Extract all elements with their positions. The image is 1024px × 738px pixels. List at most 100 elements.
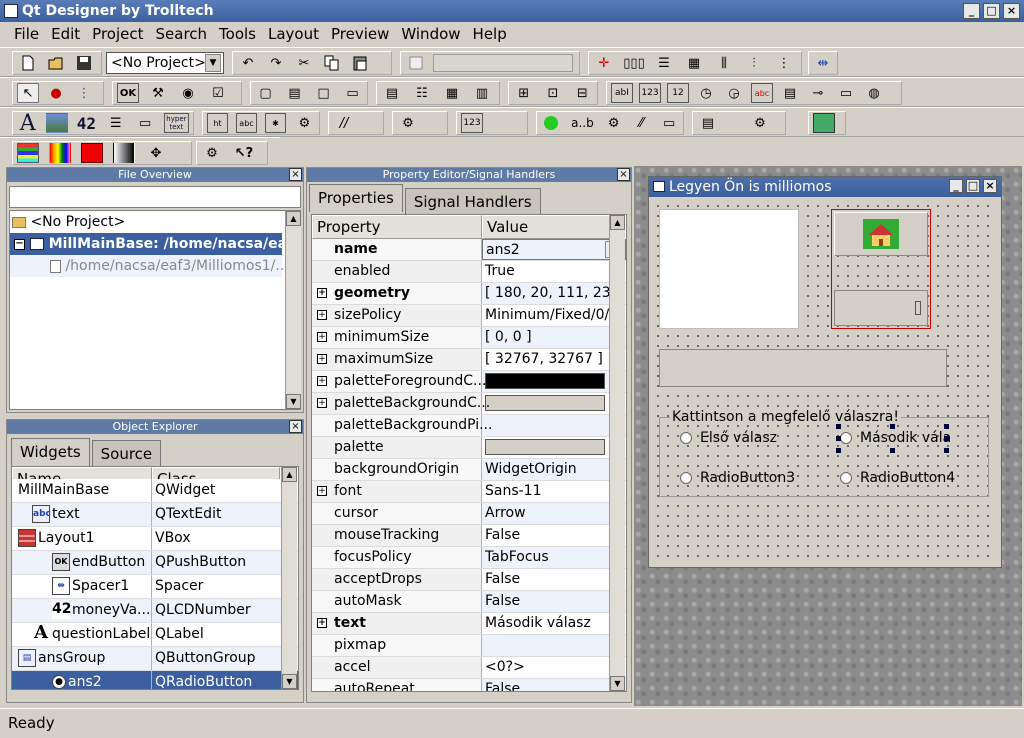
selection-handle[interactable] [944, 424, 949, 429]
table-row-selected[interactable]: ● ans2 QRadioButton [12, 671, 298, 689]
selection-handle[interactable] [836, 424, 841, 429]
minimize-button[interactable]: _ [963, 3, 980, 19]
new-file-icon[interactable] [17, 53, 39, 73]
gear-widget-icon[interactable]: ⚙ [294, 113, 315, 133]
scroll-down-icon[interactable]: ▼ [286, 394, 301, 409]
color-swatch[interactable] [485, 373, 605, 389]
expand-icon[interactable]: + [317, 618, 327, 628]
property-row[interactable]: + text Második válasz [312, 613, 626, 635]
scroll-down-icon[interactable]: ▼ [282, 674, 297, 689]
computer-icon[interactable] [813, 113, 835, 133]
gear-ok-icon[interactable]: ⚙ [201, 143, 223, 163]
table-row[interactable]: ▤ ansGroup QButtonGroup [12, 647, 298, 671]
palette-list-icon[interactable] [17, 143, 39, 163]
property-row[interactable]: backgroundOrigin WidgetOrigin [312, 459, 626, 481]
menu-window[interactable]: Window [395, 25, 466, 43]
script-icon[interactable]: // [333, 113, 355, 133]
date-edit-icon[interactable]: 12 [667, 83, 689, 103]
property-row[interactable]: autoRepeat False [312, 679, 626, 691]
property-value[interactable]: [ 32767, 32767 ] [482, 349, 626, 370]
pixmap-label-icon[interactable] [46, 113, 68, 133]
ruler-icon[interactable]: ▭ [659, 113, 679, 133]
database-icon[interactable]: 123 [461, 113, 483, 133]
property-row[interactable]: acceptDrops False [312, 569, 626, 591]
whats-this-icon[interactable]: ↖? [233, 143, 255, 163]
tool-button-icon[interactable]: ⚒ [147, 83, 169, 103]
tab-properties[interactable]: Properties [309, 184, 403, 212]
question-label-widget[interactable] [659, 349, 947, 387]
tab-source[interactable]: Source [91, 440, 162, 466]
line-icon[interactable]: ☰ [105, 113, 126, 133]
selection-handle[interactable] [944, 448, 949, 453]
lcd-number-icon[interactable]: 42 [76, 113, 97, 133]
radio-button-icon[interactable]: ◉ [177, 83, 199, 103]
frame-icon[interactable]: □ [313, 83, 334, 103]
table-row[interactable]: ⇹ Spacer1 Spacer [12, 575, 298, 599]
property-row[interactable]: + geometry [ 180, 20, 111, 23 ] [312, 283, 626, 305]
property-value[interactable]: False [482, 591, 626, 612]
copy-icon[interactable] [321, 53, 343, 73]
text-edit-icon[interactable]: abc [751, 83, 773, 103]
slider-icon[interactable]: ⊸ [807, 83, 829, 103]
layout-box[interactable] [831, 209, 931, 329]
property-value[interactable]: Sans-11 [482, 481, 626, 502]
table-row[interactable]: abctext QTextEdit [12, 503, 298, 527]
property-row[interactable]: enabled True [312, 261, 626, 283]
selection-handle[interactable] [944, 436, 949, 441]
property-value[interactable]: False [482, 569, 626, 590]
property-row[interactable]: mouseTracking False [312, 525, 626, 547]
tab-order-icon[interactable]: ⋮ [73, 83, 95, 103]
gradient-icon[interactable] [113, 143, 135, 163]
table-row[interactable]: MillMainBase QWidget [12, 479, 298, 503]
property-value[interactable]: Minimum/Fixed/0/0 [482, 305, 626, 326]
abc-widget-icon[interactable]: abc [236, 113, 257, 133]
menu-preview[interactable]: Preview [325, 25, 395, 43]
maximize-button[interactable]: □ [983, 3, 1000, 19]
property-value[interactable]: [ 180, 20, 111, 23 ] [482, 283, 626, 304]
property-row[interactable]: focusPolicy TabFocus [312, 547, 626, 569]
expand-icon[interactable]: + [317, 332, 327, 342]
property-row[interactable]: name ×ans2 [312, 239, 626, 261]
tab-widgets[interactable]: Widgets [11, 438, 90, 466]
form-window[interactable]: Legyen Ön is milliomos _ □ × Kattintson … [648, 176, 1002, 568]
close-button[interactable]: × [1003, 3, 1020, 19]
expand-icon[interactable]: + [317, 376, 327, 386]
property-scrollbar[interactable]: ▲ ▼ [609, 215, 625, 691]
menu-tools[interactable]: Tools [213, 25, 262, 43]
spin-box-icon[interactable]: 123 [639, 83, 661, 103]
layout-h-splitter-icon[interactable]: ⫼ [713, 53, 735, 73]
pointer-icon[interactable]: ↖ [17, 83, 39, 103]
menu-search[interactable]: Search [150, 25, 214, 43]
close-icon[interactable]: × [289, 168, 302, 181]
property-value[interactable]: Arrow [482, 503, 626, 524]
expand-icon[interactable]: + [317, 288, 327, 298]
tab-signal-handlers[interactable]: Signal Handlers [404, 188, 541, 214]
progress-bar-icon[interactable]: ▭ [134, 113, 155, 133]
file-filter-input[interactable] [9, 186, 301, 208]
label-widget-icon[interactable]: ✱ [265, 113, 286, 133]
layout-vertical-icon[interactable]: ☰ [653, 53, 675, 73]
data-table-icon[interactable]: ⊞ [513, 83, 534, 103]
green-light-icon[interactable] [541, 113, 561, 133]
property-value[interactable]: Második válasz [482, 613, 626, 634]
menu-layout[interactable]: Layout [262, 25, 325, 43]
menu-help[interactable]: Help [467, 25, 513, 43]
property-value[interactable] [482, 415, 626, 436]
paste-icon[interactable] [349, 53, 371, 73]
scroll-down-icon[interactable]: ▼ [610, 676, 625, 691]
red-color-icon[interactable] [81, 143, 103, 163]
report-icon[interactable]: ▤ [697, 113, 719, 133]
property-value[interactable]: False [482, 525, 626, 546]
menu-file[interactable]: File [8, 25, 45, 43]
minimize-button[interactable]: _ [949, 179, 963, 193]
close-button[interactable]: × [983, 179, 997, 193]
header-property[interactable]: Property [312, 215, 482, 239]
property-value[interactable] [482, 437, 626, 458]
property-row[interactable]: + paletteBackgroundC... [312, 393, 626, 415]
table-row[interactable]: OK endButton QPushButton [12, 551, 298, 575]
search-field[interactable] [433, 54, 573, 72]
resize-icon[interactable]: ✥ [145, 143, 167, 163]
text-browser-icon[interactable]: hyper text [163, 113, 190, 133]
button-group-icon[interactable]: ▤ [284, 83, 305, 103]
close-icon[interactable]: × [617, 168, 630, 181]
